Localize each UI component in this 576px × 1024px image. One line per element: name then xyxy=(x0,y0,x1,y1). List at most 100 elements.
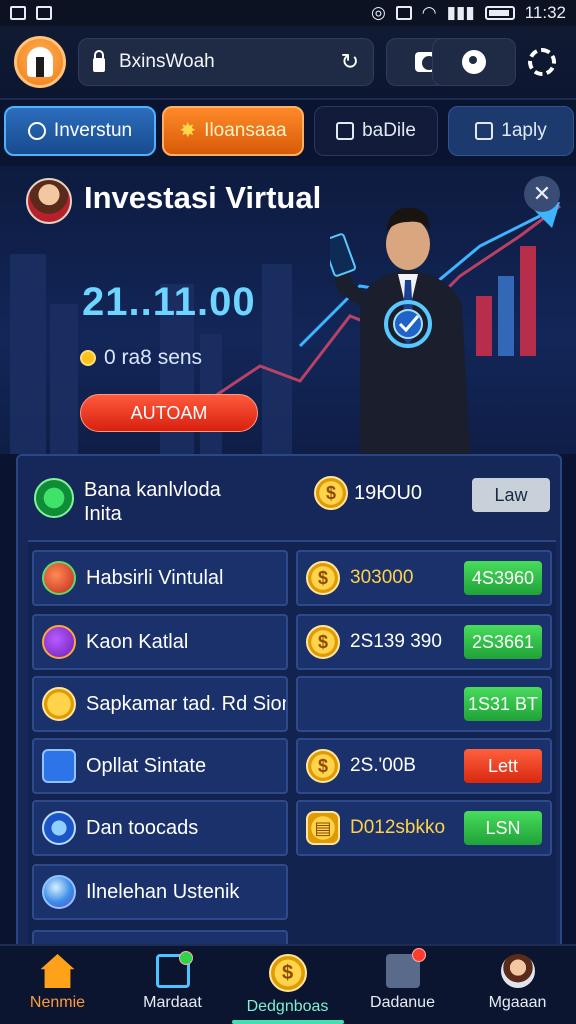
avatar-icon xyxy=(500,954,535,988)
hero-value: 21..11.00 xyxy=(82,280,256,324)
user-icon xyxy=(27,47,53,77)
home-icon xyxy=(40,954,75,988)
hero-subtitle-text: 0 ra8 sens xyxy=(104,346,203,369)
status-bar: ◎ ◠ ▮▮▮ 11:32 xyxy=(0,0,576,26)
hero-action-button[interactable]: AUTOAM xyxy=(80,394,258,432)
panel-header-button[interactable]: Law xyxy=(472,478,550,512)
coin-icon: $ xyxy=(306,625,340,659)
list-item-label: Habsirli Vintulal xyxy=(86,566,224,589)
row-action-button[interactable]: 2S3661 xyxy=(464,625,542,659)
battery-icon xyxy=(484,6,515,20)
coin-icon: $ xyxy=(306,561,340,595)
coin-icon: $ xyxy=(306,749,340,783)
address-text: BxinsWoah xyxy=(119,51,215,72)
list-item-label: Dan toocads xyxy=(86,816,199,839)
businessman-illustration xyxy=(330,207,470,454)
gear-icon[interactable] xyxy=(528,48,556,76)
list-item[interactable]: Ilnelehan Ustenik xyxy=(32,864,288,920)
panel-header: Bana kanlvloda Inita $ 19ЮU0 Law xyxy=(18,456,560,540)
wallet-icon: ▤ xyxy=(306,811,340,845)
value-row: ▤ D012sbkko LSN xyxy=(296,800,552,856)
notification-badge xyxy=(411,948,426,962)
list-item[interactable]: Sapkamar tad. Rd Sion xyxy=(32,676,288,732)
tab-investment[interactable]: Inverstun xyxy=(4,106,156,156)
star-icon: ✸ xyxy=(179,120,197,142)
notification-icon xyxy=(36,6,52,20)
row-action-button[interactable]: LSN xyxy=(464,811,542,845)
nav-dashboard[interactable]: $ Dedgnboas xyxy=(230,954,345,1024)
coin-icon: $ xyxy=(268,954,307,992)
row-action-button[interactable]: 1S31 BT xyxy=(464,687,542,721)
shield-button[interactable] xyxy=(432,38,516,86)
list-item-label: Sapkamar tad. Rd Sion xyxy=(86,692,288,715)
tab-loans[interactable]: ✸ Iloansaaa xyxy=(162,106,304,156)
panel-title-line2: Inita xyxy=(84,503,122,525)
reload-icon[interactable]: ↻ xyxy=(341,49,359,75)
nav-home[interactable]: Nenmie xyxy=(0,954,115,1024)
wifi-icon: ◠ xyxy=(421,3,437,22)
calculator-icon xyxy=(42,749,76,783)
row-value: D012sbkko xyxy=(350,817,446,838)
hero-banner: Investasi Virtual ✕ 21..11.00 0 ra8 sens… xyxy=(0,166,576,454)
grid-icon xyxy=(385,948,426,988)
bottom-navigation: Nenmie Mardaat $ Dedgnboas Dadanue Mgaaa… xyxy=(0,944,576,1024)
list-item-label: Opllat Sintate xyxy=(86,754,207,777)
tab-label: Iloansaaa xyxy=(204,120,287,141)
tab-bar: Inverstun ✸ Iloansaaa baDile 1aply xyxy=(0,106,576,158)
grape-icon xyxy=(42,625,76,659)
panel-title: Bana kanlvloda Inita xyxy=(84,478,221,526)
value-row: $ 303000 4S3960 xyxy=(296,550,552,606)
alarm-icon: ◎ xyxy=(370,3,386,22)
profile-avatar-button[interactable] xyxy=(14,36,66,88)
nav-label: Nenmie xyxy=(29,994,86,1011)
tab-label: baDile xyxy=(362,120,416,141)
list-item[interactable]: Dan toocads xyxy=(32,800,288,856)
swap-icon xyxy=(42,811,76,845)
edit-icon xyxy=(155,951,193,988)
tab-mobile[interactable]: baDile xyxy=(314,106,438,156)
globe-icon xyxy=(27,122,46,140)
address-bar[interactable]: BxinsWoah ↻ xyxy=(78,38,374,86)
tab-apply[interactable]: 1aply xyxy=(448,106,574,156)
row-action-button[interactable]: 4S3960 xyxy=(464,561,542,595)
close-icon[interactable]: ✕ xyxy=(524,176,560,212)
lock-icon xyxy=(93,50,105,72)
list-item-label: Kaon Katlal xyxy=(86,630,189,653)
avatar xyxy=(26,178,72,224)
chart-icon xyxy=(336,122,355,140)
value-row: 1S31 BT xyxy=(296,676,552,732)
notification-badge xyxy=(178,951,193,965)
nav-mardaat[interactable]: Mardaat xyxy=(115,951,230,1024)
globe-icon xyxy=(42,875,76,909)
row-action-button[interactable]: Lett xyxy=(464,749,542,783)
image-icon xyxy=(10,6,26,20)
nav-label: Dadanue xyxy=(370,994,435,1011)
shield-icon xyxy=(462,50,486,74)
list-item[interactable]: Opllat Sintate xyxy=(32,738,288,794)
tomato-icon xyxy=(42,561,76,595)
panel-header-value: 19ЮU0 xyxy=(354,482,423,504)
nav-label: Mgaaan xyxy=(488,994,547,1011)
investment-list: Habsirli Vintulal Kaon Katlal Sapkamar t… xyxy=(28,540,556,950)
signal-icon: ▮▮▮ xyxy=(446,3,475,22)
list-item[interactable]: Habsirli Vintulal xyxy=(32,550,288,606)
nfc-icon xyxy=(395,6,412,20)
value-row: $ 2S139 390 2S3661 xyxy=(296,614,552,670)
active-tab-indicator xyxy=(232,1020,344,1024)
investment-panel: Bana kanlvloda Inita $ 19ЮU0 Law Habsirl… xyxy=(16,454,562,950)
coin-icon xyxy=(42,687,76,721)
hero-title: Investasi Virtual xyxy=(84,180,322,215)
row-value: 303000 xyxy=(350,567,414,588)
value-row: $ 2S.'00B Lett xyxy=(296,738,552,794)
nav-label: Mardaat xyxy=(143,994,202,1011)
nav-dadanue[interactable]: Dadanue xyxy=(345,948,460,1024)
list-item[interactable]: Kaon Katlal xyxy=(32,614,288,670)
coin-icon: $ xyxy=(314,476,348,510)
top-bar: BxinsWoah ↻ xyxy=(0,26,576,100)
document-icon xyxy=(475,122,494,140)
tab-label: Inverstun xyxy=(53,120,133,141)
growth-icon xyxy=(34,478,74,518)
nav-profile[interactable]: Mgaaan xyxy=(460,954,575,1024)
hero-subtitle: 0 ra8 sens xyxy=(80,346,202,370)
nav-label: Dedgnboas xyxy=(246,998,329,1015)
